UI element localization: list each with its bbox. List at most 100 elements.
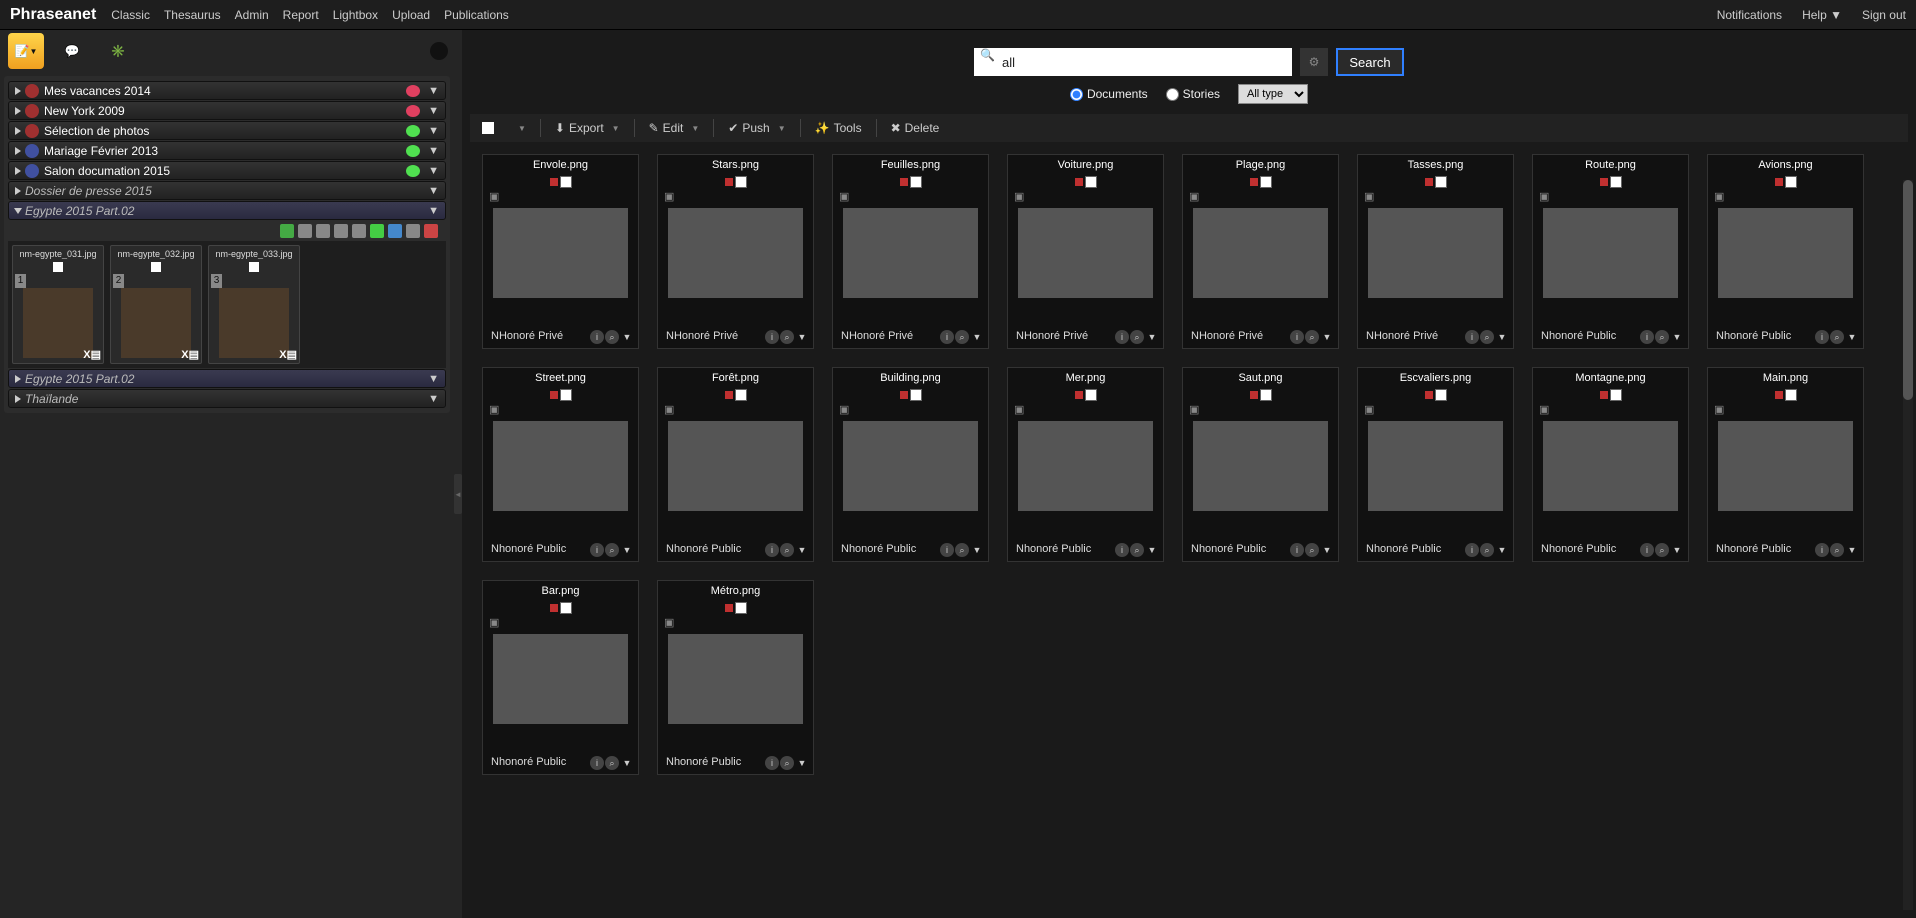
result-card[interactable]: Tasses.png▣NHonoré Privéi⌕▼: [1357, 154, 1514, 349]
result-card[interactable]: Main.png▣Nhonoré Publici⌕▼: [1707, 367, 1864, 562]
menu-icon[interactable]: ▼: [620, 543, 634, 557]
notifications-link[interactable]: Notifications: [1717, 8, 1782, 22]
info-icon[interactable]: i: [1115, 330, 1129, 344]
clip-icon[interactable]: [334, 224, 348, 238]
nav-thesaurus[interactable]: Thesaurus: [164, 8, 221, 22]
menu-icon[interactable]: ▼: [620, 756, 634, 770]
menu-icon[interactable]: ▼: [1495, 330, 1509, 344]
info-icon[interactable]: i: [1815, 330, 1829, 344]
thumb-check[interactable]: [53, 262, 63, 272]
menu-icon[interactable]: ▼: [795, 756, 809, 770]
scrollbar[interactable]: [1903, 180, 1913, 910]
thumb-check[interactable]: [249, 262, 259, 272]
info-icon[interactable]: i: [1115, 543, 1129, 557]
flag-check[interactable]: [735, 176, 747, 188]
zoom-icon[interactable]: ⌕: [605, 756, 619, 770]
zoom-icon[interactable]: ⌕: [605, 543, 619, 557]
info-icon[interactable]: i: [765, 756, 779, 770]
info-icon[interactable]: i: [590, 543, 604, 557]
card-thumb[interactable]: [668, 634, 803, 724]
chevron-down-icon[interactable]: ▼: [428, 393, 439, 405]
push-button[interactable]: ✔ Push▼: [720, 118, 793, 138]
zoom-icon[interactable]: ⌕: [1830, 330, 1844, 344]
basket-item[interactable]: Sélection de photos▼: [8, 121, 446, 140]
info-icon[interactable]: i: [1290, 543, 1304, 557]
menu-icon[interactable]: ▼: [1845, 330, 1859, 344]
info-icon[interactable]: i: [590, 756, 604, 770]
remove-icon[interactable]: X▤: [83, 348, 101, 361]
menu-icon[interactable]: ▼: [1845, 543, 1859, 557]
flag-check[interactable]: [1435, 176, 1447, 188]
result-card[interactable]: Voiture.png▣NHonoré Privéi⌕▼: [1007, 154, 1164, 349]
basket-item[interactable]: Mes vacances 2014▼: [8, 81, 446, 100]
card-thumb[interactable]: [1193, 208, 1328, 298]
menu-icon[interactable]: ▼: [1320, 543, 1334, 557]
info-icon[interactable]: i: [940, 330, 954, 344]
filter-stories[interactable]: Stories: [1166, 87, 1220, 101]
card-thumb[interactable]: [668, 421, 803, 511]
nav-report[interactable]: Report: [283, 8, 319, 22]
card-thumb[interactable]: [668, 208, 803, 298]
delete-button[interactable]: ✖ Delete: [883, 118, 948, 138]
edit-button[interactable]: ✎ Edit▼: [641, 118, 708, 138]
export-button[interactable]: ⬇ Export▼: [547, 118, 628, 138]
info-icon[interactable]: i: [1815, 543, 1829, 557]
select-all[interactable]: [482, 122, 494, 134]
menu-icon[interactable]: ▼: [1495, 543, 1509, 557]
card-thumb[interactable]: [493, 421, 628, 511]
info-icon[interactable]: i: [1640, 330, 1654, 344]
search-settings[interactable]: ⚙: [1300, 48, 1328, 76]
info-icon[interactable]: i: [1465, 330, 1479, 344]
result-card[interactable]: Saut.png▣Nhonoré Publici⌕▼: [1182, 367, 1339, 562]
result-card[interactable]: Stars.png▣NHonoré Privéi⌕▼: [657, 154, 814, 349]
tag-icon[interactable]: [352, 224, 366, 238]
result-card[interactable]: Feuilles.png▣NHonoré Privéi⌕▼: [832, 154, 989, 349]
result-card[interactable]: Forêt.png▣Nhonoré Publici⌕▼: [657, 367, 814, 562]
zoom-icon[interactable]: ⌕: [780, 543, 794, 557]
menu-icon[interactable]: ▼: [1320, 330, 1334, 344]
card-thumb[interactable]: [1193, 421, 1328, 511]
flag-check[interactable]: [560, 602, 572, 614]
card-thumb[interactable]: [1543, 208, 1678, 298]
flag-check[interactable]: [1260, 176, 1272, 188]
close-workzone[interactable]: [430, 42, 448, 60]
result-card[interactable]: Envole.png▣NHonoré Privéi⌕▼: [482, 154, 639, 349]
flag-check[interactable]: [910, 389, 922, 401]
card-thumb[interactable]: [1018, 421, 1153, 511]
zoom-icon[interactable]: ⌕: [1480, 330, 1494, 344]
basket-item[interactable]: Mariage Février 2013▼: [8, 141, 446, 160]
menu-icon[interactable]: ▼: [795, 330, 809, 344]
flag-check[interactable]: [735, 389, 747, 401]
info-icon[interactable]: i: [765, 543, 779, 557]
zoom-icon[interactable]: ⌕: [1305, 330, 1319, 344]
basket-item[interactable]: Dossier de presse 2015▼: [8, 181, 446, 200]
card-thumb[interactable]: [1018, 208, 1153, 298]
delete-icon[interactable]: [424, 224, 438, 238]
search-button[interactable]: Search: [1336, 48, 1404, 76]
result-card[interactable]: Street.png▣Nhonoré Publici⌕▼: [482, 367, 639, 562]
basket-item[interactable]: Salon documation 2015▼: [8, 161, 446, 180]
zoom-icon[interactable]: ⌕: [780, 756, 794, 770]
list-icon[interactable]: [298, 224, 312, 238]
zoom-icon[interactable]: ⌕: [1305, 543, 1319, 557]
card-thumb[interactable]: [1543, 421, 1678, 511]
flag-check[interactable]: [1785, 176, 1797, 188]
basket-item[interactable]: Egypte 2015 Part.02▼: [8, 369, 446, 388]
result-card[interactable]: Métro.png▣Nhonoré Publici⌕▼: [657, 580, 814, 775]
card-thumb[interactable]: [843, 208, 978, 298]
menu-icon[interactable]: ▼: [620, 330, 634, 344]
search-input[interactable]: [974, 48, 1292, 76]
result-card[interactable]: Avions.png▣Nhonoré Publici⌕▼: [1707, 154, 1864, 349]
result-card[interactable]: Route.png▣Nhonoré Publici⌕▼: [1532, 154, 1689, 349]
zoom-icon[interactable]: ⌕: [1655, 330, 1669, 344]
flag-check[interactable]: [560, 176, 572, 188]
result-card[interactable]: Building.png▣Nhonoré Publici⌕▼: [832, 367, 989, 562]
nav-classic[interactable]: Classic: [111, 8, 150, 22]
zoom-icon[interactable]: ⌕: [955, 543, 969, 557]
zoom-icon[interactable]: ⌕: [1655, 543, 1669, 557]
result-card[interactable]: Escvaliers.png▣Nhonoré Publici⌕▼: [1357, 367, 1514, 562]
menu-icon[interactable]: ▼: [1145, 330, 1159, 344]
flag-check[interactable]: [1085, 389, 1097, 401]
signout-link[interactable]: Sign out: [1862, 8, 1906, 22]
basket-item[interactable]: Thaïlande▼: [8, 389, 446, 408]
